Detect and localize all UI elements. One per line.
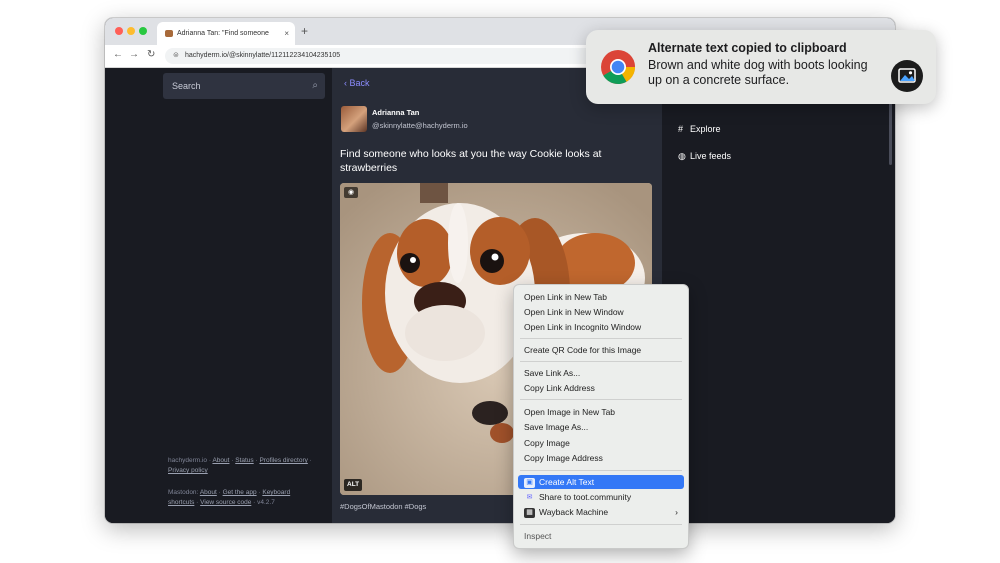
new-tab-button[interactable]: + (301, 24, 308, 38)
author-handle[interactable]: @skinnylatte@hachyderm.io (372, 121, 468, 130)
footer-site-name: hachyderm.io (168, 457, 208, 464)
wayback-icon: ▦ (524, 507, 535, 518)
footer-link-privacy[interactable]: Privacy policy (168, 467, 208, 474)
alt-badge[interactable]: ALT (344, 479, 363, 491)
forward-nav-icon[interactable]: → (129, 49, 139, 60)
menu-separator (520, 399, 682, 400)
menu-separator (520, 470, 682, 471)
tab-title: Adrianna Tan: "Find someone (177, 30, 269, 37)
nav-explore-label: Explore (690, 124, 721, 134)
footer-link-status[interactable]: Status (235, 457, 253, 464)
back-nav-icon[interactable]: ← (113, 49, 123, 60)
nav-live-feeds-label: Live feeds (690, 151, 732, 161)
menu-share-toot-label: Share to toot.community (539, 492, 632, 502)
mastodon-footer: Mastodon: About · Get the app · Keyboard… (168, 489, 291, 506)
footer-version: v4.2.7 (257, 499, 275, 506)
footer-link-about[interactable]: About (212, 457, 229, 464)
url-text: hachyderm.io/@skinnylatte/11211223410423… (185, 52, 341, 59)
menu-separator (520, 524, 682, 525)
globe-icon: ◍ (678, 151, 686, 161)
author-name[interactable]: Adrianna Tan (372, 108, 419, 117)
menu-wayback-label: Wayback Machine (539, 507, 609, 517)
footer-link-source[interactable]: View source code (200, 499, 251, 506)
reload-icon[interactable]: ↻ (147, 49, 155, 60)
menu-create-alt-text-label: Create Alt Text (539, 477, 595, 487)
browser-tab[interactable]: Adrianna Tan: "Find someone × (157, 22, 295, 45)
mastodon-icon: ✉ (526, 493, 533, 501)
server-footer: hachyderm.io · About · Status · Profiles… (168, 457, 312, 474)
search-icon: ⌕ (312, 80, 318, 91)
nav-explore[interactable]: # Explore (678, 124, 721, 134)
menu-create-qr-code[interactable]: Create QR Code for this Image (524, 343, 682, 357)
menu-wayback-machine[interactable]: ▦ Wayback Machine › (524, 505, 682, 519)
context-menu: Open Link in New Tab Open Link in New Wi… (513, 284, 689, 549)
maximize-window-button[interactable] (139, 27, 147, 35)
menu-copy-image-address[interactable]: Copy Image Address (524, 451, 682, 465)
search-input[interactable]: Search ⌕ (163, 73, 325, 99)
menu-save-image-as[interactable]: Save Image As... (524, 420, 682, 434)
menu-open-link-new-window[interactable]: Open Link in New Window (524, 305, 682, 319)
menu-copy-image[interactable]: Copy Image (524, 436, 682, 450)
footer-mastodon-name: Mastodon (168, 489, 197, 496)
address-bar[interactable]: ⊜ hachyderm.io/@skinnylatte/112112234104… (165, 48, 595, 64)
alt-text-image-icon (891, 60, 923, 92)
footer-link-mastodon-about[interactable]: About (200, 489, 217, 496)
site-info-icon[interactable]: ⊜ (173, 48, 179, 64)
menu-copy-link-address[interactable]: Copy Link Address (524, 381, 682, 395)
menu-create-alt-text[interactable]: ▣ Create Alt Text (518, 475, 684, 489)
menu-inspect[interactable]: Inspect (524, 529, 682, 543)
post-hashtags[interactable]: #DogsOfMastodon #Dogs (340, 502, 426, 511)
tab-favicon (165, 30, 173, 37)
menu-open-image-new-tab[interactable]: Open Image in New Tab (524, 405, 682, 419)
alt-text-extension-icon: ▣ (524, 477, 535, 488)
close-window-button[interactable] (115, 27, 123, 35)
notification-toast[interactable]: Alternate text copied to clipboard Brown… (586, 30, 936, 104)
post-text: Find someone who looks at you the way Co… (340, 148, 602, 174)
tab-close-icon[interactable]: × (284, 22, 289, 45)
menu-open-link-new-tab[interactable]: Open Link in New Tab (524, 290, 682, 304)
hide-media-icon[interactable]: ◉ (344, 187, 358, 198)
nav-live-feeds[interactable]: ◍ Live feeds (678, 151, 731, 162)
back-button[interactable]: ‹ Back (344, 78, 370, 88)
menu-share-toot[interactable]: ✉ Share to toot.community (524, 490, 682, 504)
footer-link-get-app[interactable]: Get the app (223, 489, 257, 496)
notification-title: Alternate text copied to clipboard (648, 41, 847, 55)
submenu-chevron-icon: › (675, 507, 678, 517)
hashtag-icon: # (678, 124, 684, 134)
menu-open-link-incognito[interactable]: Open Link in Incognito Window (524, 320, 682, 334)
menu-separator (520, 338, 682, 339)
back-label: Back (349, 78, 370, 88)
search-placeholder: Search (172, 81, 201, 91)
footer-link-profiles[interactable]: Profiles directory (259, 457, 307, 464)
notification-body: Brown and white dog with boots looking u… (648, 58, 868, 87)
menu-separator (520, 361, 682, 362)
avatar[interactable] (341, 106, 367, 132)
chrome-icon (601, 50, 636, 84)
minimize-window-button[interactable] (127, 27, 135, 35)
menu-save-link-as[interactable]: Save Link As... (524, 366, 682, 380)
